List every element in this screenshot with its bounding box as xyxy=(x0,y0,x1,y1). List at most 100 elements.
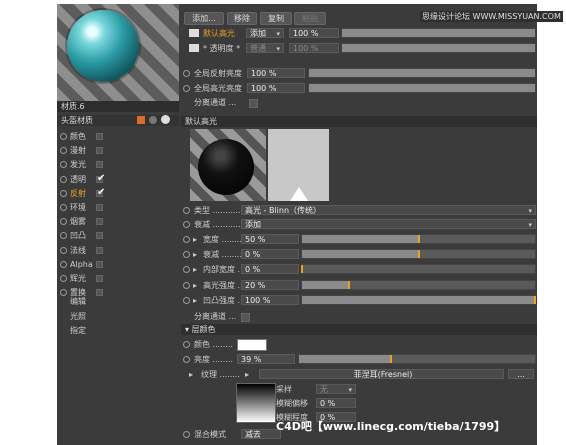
param-row[interactable]: ▸ 衰减 ........ 0 % xyxy=(181,248,537,261)
sampling-dropdown[interactable]: 无 ▾ xyxy=(316,384,356,394)
channel-item[interactable]: 环境 xyxy=(57,202,179,214)
animate-dot-icon[interactable] xyxy=(60,218,67,226)
expand-arrow-icon[interactable]: ▸ xyxy=(189,368,193,381)
channel-checkbox[interactable] xyxy=(96,218,103,226)
channel-checkbox[interactable] xyxy=(96,147,103,155)
texture-shader-button[interactable]: 菲涅耳(Fresnel) xyxy=(259,369,504,379)
separate-channel-checkbox[interactable] xyxy=(241,313,250,322)
blur-offset-field[interactable]: 0 % xyxy=(316,398,356,408)
animate-dot-icon[interactable] xyxy=(183,281,190,289)
channel-checkbox[interactable] xyxy=(96,260,103,268)
animate-dot-icon[interactable] xyxy=(60,147,67,155)
param-slider[interactable] xyxy=(301,249,536,260)
copy-layer-button[interactable]: 复制 xyxy=(260,12,292,25)
blend-mode-dropdown[interactable]: 减去 xyxy=(241,429,281,439)
animate-dot-icon[interactable] xyxy=(183,236,190,243)
param-slider[interactable] xyxy=(301,294,536,305)
param-row[interactable]: ▸ 高光强度 .... 20 % xyxy=(181,279,537,292)
remove-layer-button[interactable]: 移除 xyxy=(227,12,257,25)
expand-arrow-icon[interactable]: ▸ xyxy=(193,263,197,276)
eye-icon[interactable] xyxy=(189,29,199,37)
expand-arrow-icon[interactable]: ▸ xyxy=(193,248,197,261)
sub-item-assign[interactable]: 指定 xyxy=(70,325,170,337)
layer-value-slider[interactable] xyxy=(341,43,536,53)
animate-dot-icon[interactable] xyxy=(183,251,190,259)
layer-row-default-highlight[interactable]: 默认高光 添加 ▾ 100 % xyxy=(181,27,537,40)
brightness-slider[interactable] xyxy=(298,354,536,364)
section-layer-color[interactable]: ▾ 层颜色 xyxy=(181,324,537,335)
material-color-chip[interactable] xyxy=(137,116,145,124)
layer-name[interactable]: * 透明度 * xyxy=(203,42,240,55)
param-field[interactable]: 20 % xyxy=(241,279,299,290)
animate-dot-icon[interactable] xyxy=(183,296,190,304)
brightness-field[interactable]: 39 % xyxy=(237,354,295,364)
expand-arrow-icon[interactable]: ▸ xyxy=(193,233,197,246)
param-field[interactable]: 100 % xyxy=(241,294,299,305)
reset-icon[interactable] xyxy=(149,116,157,124)
channel-item[interactable]: 法线 xyxy=(57,245,179,257)
animate-dot-icon[interactable] xyxy=(60,189,67,197)
paste-layer-button[interactable]: 粘贴 xyxy=(294,12,326,25)
global-specular-slider[interactable] xyxy=(308,83,536,93)
layer-name[interactable]: 默认高光 xyxy=(203,27,235,40)
separate-channel-row-2[interactable]: 分离通道 ... xyxy=(181,310,537,323)
slider-knob[interactable] xyxy=(417,250,420,259)
channel-checkbox[interactable] xyxy=(96,232,103,240)
global-reflection-field[interactable]: 100 % xyxy=(247,68,305,78)
channel-checkbox[interactable] xyxy=(96,275,103,282)
channel-checkbox[interactable] xyxy=(96,246,103,254)
attenuation-dropdown[interactable]: 添加 ▾ xyxy=(241,219,536,229)
animate-dot-icon[interactable] xyxy=(60,204,67,211)
layer-mode-dropdown[interactable]: 添加 ▾ xyxy=(246,28,284,38)
sampling-row[interactable]: 采样 无 ▾ xyxy=(260,383,380,396)
animate-dot-icon[interactable] xyxy=(60,232,67,240)
section-default-highlight[interactable]: 默认高光 xyxy=(181,116,537,127)
brightness-row[interactable]: 亮度 ........ 39 % xyxy=(181,353,537,366)
animate-dot-icon[interactable] xyxy=(60,133,67,140)
param-slider[interactable] xyxy=(301,264,536,275)
global-specular-row[interactable]: 全局高光亮度 100 % xyxy=(181,82,537,95)
attenuation-row[interactable]: 衰减 ........... 添加 ▾ xyxy=(181,218,537,231)
global-reflection-slider[interactable] xyxy=(308,68,536,78)
channel-checkbox[interactable] xyxy=(96,133,103,140)
separate-channel-row[interactable]: 分离通道 ... xyxy=(181,96,537,109)
gear-icon[interactable] xyxy=(161,115,170,124)
animate-dot-icon[interactable] xyxy=(183,266,190,274)
animate-dot-icon[interactable] xyxy=(183,341,190,348)
slider-knob[interactable] xyxy=(417,235,420,243)
channel-item[interactable]: Alpha xyxy=(57,259,179,271)
animate-dot-icon[interactable] xyxy=(183,70,190,77)
texture-menu-arrow-icon[interactable]: ▸ xyxy=(245,368,249,381)
add-layer-button[interactable]: 添加... xyxy=(184,12,224,25)
animate-dot-icon[interactable] xyxy=(60,246,67,254)
animate-dot-icon[interactable] xyxy=(60,161,67,169)
global-reflection-row[interactable]: 全局反射亮度 100 % xyxy=(181,67,537,80)
slider-knob[interactable] xyxy=(301,265,303,274)
eye-icon[interactable] xyxy=(189,44,199,52)
slider-knob[interactable] xyxy=(534,295,536,304)
animate-dot-icon[interactable] xyxy=(183,207,190,214)
channel-item[interactable]: 反射 ✔ xyxy=(57,187,179,200)
slider-knob[interactable] xyxy=(347,280,350,289)
channel-checkbox[interactable] xyxy=(96,161,103,169)
animate-dot-icon[interactable] xyxy=(60,260,67,268)
param-field[interactable]: 0 % xyxy=(241,249,299,260)
type-row[interactable]: 类型 ........... 高光 - Blinn（传统） ▾ xyxy=(181,204,537,217)
layer-value-slider[interactable] xyxy=(341,28,536,38)
animate-dot-icon[interactable] xyxy=(60,289,67,297)
channel-item[interactable]: 凹凸 xyxy=(57,230,179,242)
texture-more-button[interactable]: ... xyxy=(508,369,534,379)
param-field[interactable]: 50 % xyxy=(241,234,299,244)
channel-item[interactable]: 透明 ✔ xyxy=(57,173,179,186)
slider-knob[interactable] xyxy=(390,355,393,363)
sub-item-edit[interactable]: 编辑 xyxy=(70,296,170,308)
layer-row-transparency[interactable]: * 透明度 * 普通 ▾ 100 % xyxy=(181,42,537,55)
channel-item[interactable]: 烟雾 xyxy=(57,216,179,228)
color-swatch[interactable] xyxy=(237,339,267,351)
animate-dot-icon[interactable] xyxy=(183,356,190,363)
channel-item[interactable]: 漫射 xyxy=(57,145,179,157)
channel-item[interactable]: 辉光 xyxy=(57,273,179,285)
layer-color-row[interactable]: 颜色 ........ xyxy=(181,338,537,351)
texture-row[interactable]: ▸ 纹理 ........ ▸ 菲涅耳(Fresnel) ... xyxy=(181,368,537,381)
channel-item[interactable]: 颜色 xyxy=(57,131,179,143)
